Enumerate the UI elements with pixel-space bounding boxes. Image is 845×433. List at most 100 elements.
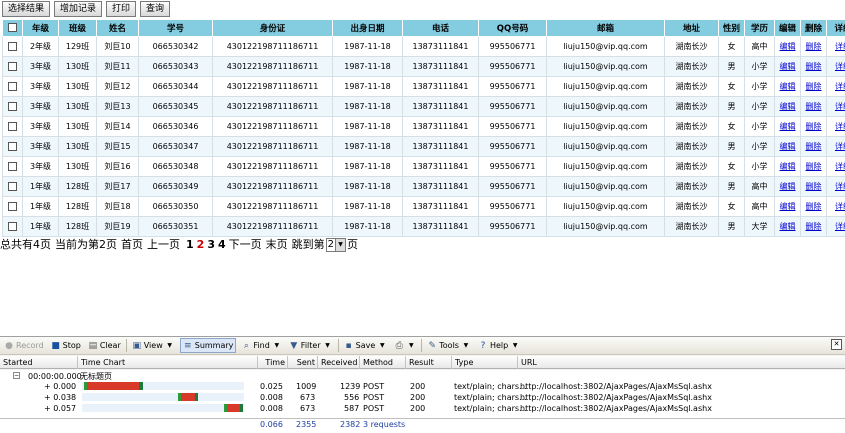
edit-link[interactable]: 编辑 [780,102,796,111]
request-row[interactable]: + 0.038 0.008 673 556 POST 200 text/plai… [0,393,845,403]
col-url[interactable]: URL [518,356,845,369]
print-icon-button[interactable]: ⎙ ▼ [392,338,418,353]
checkbox[interactable] [8,202,17,211]
row-checkbox[interactable] [2,76,23,97]
detail-link[interactable]: 详细 [835,62,845,71]
detail-link[interactable]: 详细 [835,202,845,211]
record-button[interactable]: ● Record [2,338,46,353]
row-checkbox[interactable] [2,156,23,177]
edit-link[interactable]: 编辑 [780,222,796,231]
query-button[interactable]: 查询 [140,1,171,17]
edit-link[interactable]: 编辑 [780,62,796,71]
col-received[interactable]: Received [318,356,360,369]
edit-link[interactable]: 编辑 [780,162,796,171]
col-time-chart[interactable]: Time Chart [78,356,258,369]
detail-link[interactable]: 详细 [835,182,845,191]
delete-link[interactable]: 删除 [806,162,822,171]
clear-button[interactable]: ▤ Clear [86,338,123,353]
checkbox[interactable] [8,142,17,151]
edit-link[interactable]: 编辑 [780,82,796,91]
view-button[interactable]: ▣ View ▼ [130,338,177,353]
request-row[interactable]: + 0.057 0.008 673 587 POST 200 text/plai… [0,404,845,414]
pager-page-4[interactable]: 4 [218,237,226,253]
chevron-down-icon: ▼ [325,341,330,349]
edit-link[interactable]: 编辑 [780,142,796,151]
col-sent[interactable]: Sent [288,356,318,369]
edit-link: 编辑 [774,76,801,97]
row-checkbox[interactable] [2,116,23,137]
tools-button[interactable]: ✎ Tools ▼ [425,338,473,353]
delete-link[interactable]: 删除 [806,142,822,151]
edit-link[interactable]: 编辑 [780,122,796,131]
delete-link[interactable]: 删除 [806,182,822,191]
col-started[interactable]: Started [0,356,78,369]
detail-link[interactable]: 详细 [835,162,845,171]
request-time: 0.025 [260,382,283,391]
row-checkbox[interactable] [2,96,23,117]
row-checkbox[interactable] [2,176,23,197]
delete-link[interactable]: 删除 [806,122,822,131]
grade-cell: 3年级 [22,156,59,177]
edit-link[interactable]: 编辑 [780,202,796,211]
help-button[interactable]: ? Help ▼ [476,338,522,353]
col-time[interactable]: Time [258,356,288,369]
print-button[interactable]: 打印 [106,1,137,17]
delete-link[interactable]: 删除 [806,62,822,71]
pager-next-link[interactable]: 下一页 [229,237,262,253]
checkbox[interactable] [8,82,17,91]
checkbox[interactable] [8,62,17,71]
detail-link[interactable]: 详细 [835,142,845,151]
checkbox[interactable] [8,182,17,191]
stop-button[interactable]: ■ Stop [49,338,83,353]
request-type: text/plain; chars... [454,393,527,402]
address-cell: 湖南长沙 [664,116,719,137]
phone-cell: 13873111841 [402,196,479,217]
pager-prev-link[interactable]: 上一页 [147,237,180,253]
delete-link[interactable]: 删除 [806,82,822,91]
detail-link: 详细 [826,136,845,157]
delete-link[interactable]: 删除 [806,102,822,111]
table-row: 1年级 128班 刘巨18 066530350 430122198711186711 19… [2,196,845,217]
row-checkbox[interactable] [2,136,23,157]
checkbox[interactable] [8,222,17,231]
edit-link[interactable]: 编辑 [780,42,796,51]
find-button[interactable]: ⌕ Find ▼ [239,338,283,353]
pager-page-1[interactable]: 1 [186,237,194,253]
summary-button[interactable]: ≡ Summary [179,338,237,353]
row-checkbox[interactable] [2,196,23,217]
detail-link[interactable]: 详细 [835,82,845,91]
detail-link[interactable]: 详细 [835,122,845,131]
detail-link[interactable]: 详细 [835,42,845,51]
col-method[interactable]: Method [360,356,406,369]
filter-button[interactable]: ▼ Filter ▼ [287,338,335,353]
edit-link[interactable]: 编辑 [780,182,796,191]
row-checkbox[interactable] [2,216,23,237]
save-button[interactable]: ▪ Save ▼ [342,338,390,353]
pager-page-3[interactable]: 3 [207,237,215,253]
checkbox[interactable] [8,42,17,51]
request-row[interactable]: + 0.000 0.025 1009 1239 POST 200 text/pl… [0,382,845,392]
close-icon[interactable]: ✕ [831,339,842,350]
pager-page-2[interactable]: 2 [197,237,205,253]
add-record-button[interactable]: 增加记录 [54,1,103,17]
pager-jump-label: 跳到第 [291,238,325,251]
detail-link[interactable]: 详细 [835,222,845,231]
select-all-checkbox[interactable] [2,19,23,37]
delete-link[interactable]: 删除 [806,42,822,51]
row-checkbox[interactable] [2,36,23,57]
page-group-row[interactable]: − 00:00:00.000 无标题页 [0,372,845,382]
col-result[interactable]: Result [406,356,452,369]
delete-link[interactable]: 删除 [806,202,822,211]
select-result-button[interactable]: 选择结果 [2,1,51,17]
detail-link[interactable]: 详细 [835,102,845,111]
delete-link[interactable]: 删除 [806,222,822,231]
row-checkbox[interactable] [2,56,23,77]
checkbox[interactable] [8,122,17,131]
checkbox[interactable] [8,102,17,111]
checkbox[interactable] [8,162,17,171]
pager-jump-select[interactable]: 2 ▼ [325,238,346,252]
pager-first-link[interactable]: 首页 [121,237,143,253]
checkbox[interactable] [8,23,17,32]
col-type[interactable]: Type [452,356,518,369]
pager-last-link[interactable]: 末页 [266,237,288,253]
